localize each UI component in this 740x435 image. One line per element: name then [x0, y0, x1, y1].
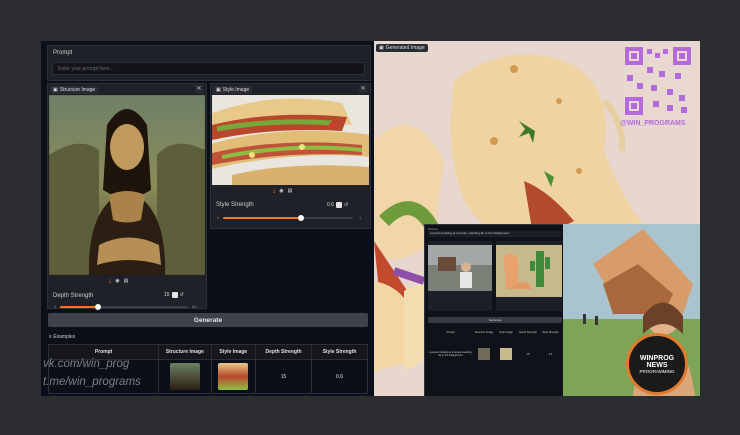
reset-icon[interactable]: ↺ [344, 202, 348, 208]
inset-table-row: a person looking at a house standing far… [428, 339, 562, 369]
tacos-thumbnail [218, 363, 249, 390]
structure-image-actions: ⤓ ◉ ▤ [109, 278, 128, 284]
inset-table-header: Prompt Structure Image Style Image Depth… [428, 331, 562, 334]
style-image-block: ▣ Style Image ✕ ⤓ ◉ ▤ Style Strength 0.6 ↺… [210, 83, 371, 229]
inset-style-block [496, 241, 562, 311]
column-header: Depth Strength [255, 344, 313, 360]
image-icon: ▣ [53, 87, 58, 93]
style-strength-value: 0.6 [327, 202, 334, 208]
generate-button[interactable]: Generate [48, 313, 368, 327]
watermark-vk: vk.com/win_prog [43, 358, 130, 370]
qr-handle: @WIN_PROGRAMS [620, 120, 686, 127]
structure-image-label: Structure Image [59, 87, 96, 93]
style-slider-handle[interactable] [298, 215, 304, 221]
inset-app-screenshot: Prompt a person looking at a house, stan… [424, 224, 566, 396]
inset-column-header: Prompt [446, 331, 455, 334]
prompt-label: Prompt [53, 50, 73, 56]
close-icon[interactable]: ✕ [195, 85, 203, 93]
inset-row-structure [473, 348, 495, 360]
depth-reset-box [171, 292, 178, 298]
depth-strength-slider[interactable] [60, 304, 188, 310]
style-image-tag: ▣ Style Image [213, 86, 253, 94]
badge-line1: WINPROG [639, 354, 675, 362]
watermark-telegram: t.me/win_programs [43, 376, 141, 388]
examples-label: Examples [53, 334, 76, 340]
inset-structure-image [428, 245, 492, 291]
style-image-actions: ⤓ ◉ ▤ [273, 188, 292, 194]
close-icon[interactable]: ✕ [359, 85, 367, 93]
style-image-label: Style Image [222, 87, 250, 93]
app-window: Prompt Enter your prompt here... ▣ Struct… [41, 41, 700, 396]
depth-strength-value: 15 [164, 292, 170, 298]
image-icon: ▣ [216, 87, 221, 93]
badge-line3: PROGRAMMING [639, 368, 675, 374]
inset-row-depth: 15 [526, 352, 530, 356]
depth-strength-label: Depth Strength [53, 293, 94, 299]
clipboard-icon[interactable]: ▤ [288, 188, 293, 194]
generated-image-panel: ▣ Generated Image @WIN_PROGRAMS Prompt a … [374, 41, 700, 396]
inset-structure-block [428, 241, 492, 311]
depth-min: 0 [54, 304, 57, 309]
clipboard-icon[interactable]: ▤ [124, 278, 129, 284]
inset-generate-button: Generate [428, 317, 562, 323]
style-min: 0 [217, 215, 220, 220]
style-reset-box [335, 202, 342, 208]
image-icon: ▣ [379, 45, 384, 51]
style-strength-label: Style Strength [216, 202, 254, 208]
depth-strength-number[interactable]: 15 ↺ [164, 292, 184, 298]
example-style-thumb [210, 359, 257, 394]
inset-row-style-value: 0.6 [548, 352, 553, 356]
example-structure-thumb [158, 359, 212, 394]
inset-style-image [496, 245, 562, 297]
example-style-cell: 0.6 [311, 359, 368, 394]
download-icon[interactable]: ⤓ [109, 278, 111, 284]
depth-slider-handle[interactable] [95, 304, 102, 310]
generated-image-label: Generated Image [385, 45, 425, 51]
column-header: Style Strength [311, 344, 368, 360]
inset-column-header: Style Image [499, 331, 513, 334]
inset-column-header: Style Strength [542, 331, 559, 334]
structure-image-tag: ▣ Structure Image [50, 86, 99, 94]
camera-icon[interactable]: ◉ [279, 188, 283, 194]
column-header: Style Image [210, 344, 257, 360]
depth-slider-fill [60, 306, 99, 308]
style-strength-slider[interactable] [223, 215, 353, 221]
structure-image-mona-lisa[interactable] [49, 95, 205, 275]
winprog-news-badge: WINPROG NEWS PROGRAMMING [626, 333, 688, 395]
inset-prompt-input: a person looking at a house, standing fa… [428, 231, 561, 237]
badge-line2: NEWS [646, 361, 668, 369]
style-slider-fill [223, 217, 301, 219]
column-header: Structure Image [158, 344, 212, 360]
generated-image-tag: ▣ Generated Image [376, 44, 428, 52]
style-max: 1 [359, 215, 362, 220]
examples-header[interactable]: ≡ Examples [49, 334, 75, 340]
controls-panel: Prompt Enter your prompt here... ▣ Struct… [41, 41, 374, 396]
reset-icon[interactable]: ↺ [180, 292, 184, 298]
inset-column-header: Structure Image [474, 331, 494, 334]
structure-image-block: ▣ Structure Image ✕ ⤓ ◉ ▤ Depth Strength… [47, 83, 207, 310]
mona-lisa-thumbnail [169, 363, 200, 390]
inset-row-prompt: a person looking at a house standing far… [429, 351, 472, 357]
style-image-tacos[interactable] [212, 95, 369, 185]
prompt-input[interactable]: Enter your prompt here... [52, 62, 365, 75]
prompt-block: Prompt Enter your prompt here... [47, 45, 371, 81]
qr-code-icon [623, 45, 693, 117]
style-strength-number[interactable]: 0.6 ↺ [327, 202, 348, 208]
download-icon[interactable]: ⤓ [273, 188, 275, 194]
depth-max: 50 [192, 304, 197, 309]
camera-icon[interactable]: ◉ [115, 278, 119, 284]
inset-row-style [495, 348, 517, 360]
inset-column-header: Depth Strength [519, 331, 537, 334]
example-depth-cell: 15 [255, 359, 313, 394]
prompt-placeholder: Enter your prompt here... [58, 65, 114, 72]
